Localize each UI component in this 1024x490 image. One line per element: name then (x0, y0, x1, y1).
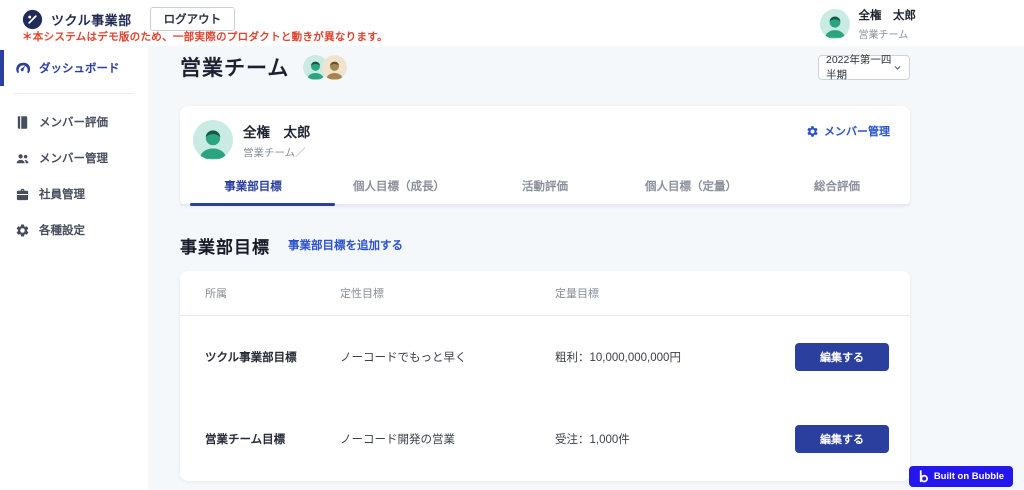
edit-button[interactable]: 編集する (795, 343, 889, 371)
user-meta: 全権 太郎 営業チーム (859, 7, 917, 41)
top-header: ツクル事業部 ログアウト ＊本システムはデモ版のため、一部実際のプロダクトと動き… (0, 0, 1024, 46)
user-name: 全権 太郎 (858, 10, 917, 22)
cell-affiliation: ツクル事業部目標 (205, 352, 297, 364)
demo-warning: ＊本システムはデモ版のため、一部実際のプロダクトと動きが異なります。 (22, 31, 388, 43)
sidebar-item-label: 社員管理 (39, 189, 85, 201)
bubble-logo-icon (919, 470, 928, 483)
bubble-badge-label: Built on Bubble (933, 471, 1004, 482)
tab-activity-evaluation[interactable]: 活動評価 (472, 171, 618, 206)
tab-bar: 事業部目標 個人目標（成長） 活動評価 個人目標（定量） 総合評価 (180, 171, 910, 206)
col-header-affiliation: 所属 (205, 288, 227, 300)
sidebar-item-settings[interactable]: 各種設定 (0, 212, 148, 248)
book-icon (17, 115, 28, 129)
brand-name: ツクル事業部 (51, 12, 132, 28)
profile-name: 全権 太郎 (243, 124, 311, 140)
member-avatar-brown (322, 54, 348, 80)
chevron-down-icon (894, 65, 901, 70)
add-goal-link[interactable]: 事業部目標を追加する (288, 237, 403, 253)
goals-section-head: 事業部目標 事業部目標を追加する (180, 233, 910, 257)
sidebar-divider (14, 93, 134, 94)
period-select[interactable]: 2022年第一四半期 (818, 54, 910, 81)
main-content: 営業チーム 2022年第一四半期 全権 太郎 営業チーム／ メンバー管理 事業部… (148, 46, 1024, 490)
period-select-value: 2022年第一四半期 (826, 54, 892, 81)
tab-overall-evaluation[interactable]: 総合評価 (764, 171, 910, 206)
profile-avatar (193, 120, 233, 160)
goals-section-title: 事業部目標 (180, 237, 270, 257)
sidebar-item-label: メンバー管理 (39, 153, 108, 165)
users-icon (16, 153, 29, 163)
cell-quantitative: 受注：1,000件 (555, 434, 630, 446)
tab-division-goals[interactable]: 事業部目標 (180, 171, 326, 206)
col-header-quantitative: 定量目標 (555, 288, 599, 300)
profile-user: 全権 太郎 営業チーム／ (193, 120, 311, 160)
tab-personal-growth[interactable]: 個人目標（成長） (326, 171, 472, 206)
gear-icon (16, 223, 29, 236)
bubble-badge[interactable]: Built on Bubble (908, 466, 1013, 487)
sidebar-item-label: メンバー評価 (39, 117, 108, 129)
cell-qualitative: ノーコード開発の営業 (340, 434, 455, 446)
sidebar-item-label: 各種設定 (39, 225, 85, 237)
brand-logo-icon (22, 9, 43, 30)
member-manage-label: メンバー管理 (824, 126, 890, 138)
brand-row: ツクル事業部 ログアウト (22, 7, 236, 31)
person-icon (199, 130, 227, 160)
sidebar-item-member-management[interactable]: メンバー管理 (0, 140, 148, 176)
sidebar-item-employee-management[interactable]: 社員管理 (0, 176, 148, 212)
person-icon (326, 61, 344, 79)
col-header-qualitative: 定性目標 (340, 288, 384, 300)
member-manage-link[interactable]: メンバー管理 (806, 123, 890, 139)
user-avatar (819, 9, 850, 39)
cell-qualitative: ノーコードでもっと早く (340, 352, 467, 364)
gear-icon (807, 125, 818, 137)
profile-card: 全権 太郎 営業チーム／ メンバー管理 事業部目標 個人目標（成長） 活動評価 … (180, 106, 910, 206)
sidebar: ダッシュボード メンバー評価 メンバー管理 社員管理 各種設定 (0, 46, 148, 490)
cell-quantitative: 粗利：10,000,000,000円 (555, 352, 681, 364)
sidebar-item-member-evaluation[interactable]: メンバー評価 (0, 104, 148, 140)
tab-personal-quantitative[interactable]: 個人目標（定量） (618, 171, 764, 206)
page-head: 営業チーム 2022年第一四半期 (180, 52, 910, 82)
table-header-row: 所属 定性目標 定量目標 (180, 271, 910, 316)
sidebar-item-dashboard[interactable]: ダッシュボード (0, 50, 148, 86)
briefcase-icon (16, 188, 29, 200)
table-row: ツクル事業部目標 ノーコードでもっと早く 粗利：10,000,000,000円 … (180, 316, 910, 398)
user-team: 営業チーム (858, 30, 909, 41)
app-window: ツクル事業部 ログアウト ＊本システムはデモ版のため、一部実際のプロダクトと動き… (0, 0, 1024, 490)
logout-button[interactable]: ログアウト (149, 7, 236, 31)
dashboard-icon (16, 62, 30, 73)
sidebar-item-label: ダッシュボード (39, 63, 120, 75)
table-row: 営業チーム目標 ノーコード開発の営業 受注：1,000件 編集する (180, 398, 910, 480)
edit-button[interactable]: 編集する (795, 425, 889, 453)
cell-affiliation: 営業チーム目標 (205, 434, 286, 446)
goals-table: 所属 定性目標 定量目標 ツクル事業部目標 ノーコードでもっと早く 粗利：10,… (180, 271, 910, 481)
profile-team: 営業チーム／ (243, 146, 306, 159)
page-title: 営業チーム (180, 57, 290, 80)
team-avatars (303, 54, 348, 80)
tab-active-indicator (190, 203, 335, 206)
person-icon (824, 16, 845, 39)
header-user: 全権 太郎 営業チーム (819, 7, 917, 41)
profile-meta: 全権 太郎 営業チーム／ (243, 121, 311, 160)
